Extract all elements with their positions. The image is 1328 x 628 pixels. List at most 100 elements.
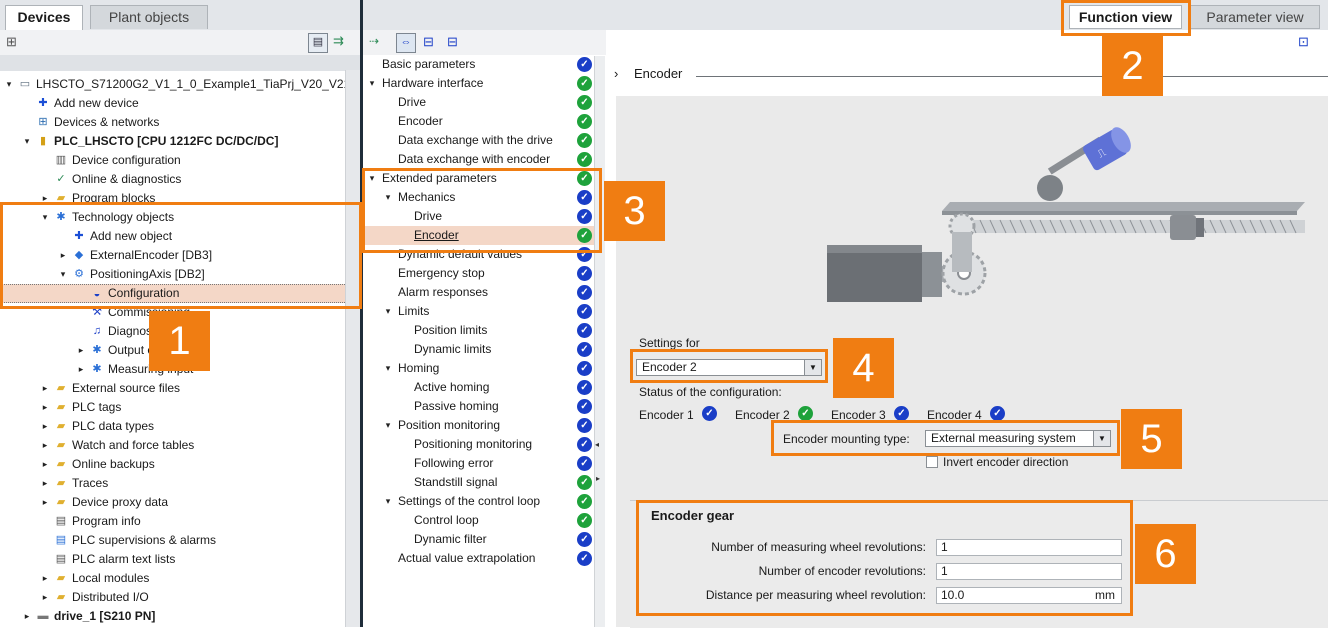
nav-item-label: Homing <box>398 361 440 375</box>
nav-item[interactable]: Control loop <box>363 511 595 530</box>
nav-item[interactable]: Dynamic filter <box>363 530 595 549</box>
chevron-down-icon[interactable]: ▾ <box>383 302 393 321</box>
tree-options-icon[interactable]: ⇉ <box>333 33 344 49</box>
chevron-right-icon[interactable]: ▸ <box>76 341 86 360</box>
window-options-icon[interactable]: ⊡ <box>1298 34 1309 50</box>
nav-item-label: Passive homing <box>414 399 499 413</box>
callout-frame-4 <box>630 349 828 383</box>
nav-item[interactable]: Active homing <box>363 378 595 397</box>
tree-item[interactable]: ▤ PLC supervisions & alarms <box>0 531 355 550</box>
tree-item[interactable]: ▸ ▬ drive_1 [S210 PN] <box>0 607 355 626</box>
chevron-down-icon[interactable]: ▾ <box>22 132 32 151</box>
nav-item-label: Data exchange with the drive <box>398 133 553 147</box>
collapse-panel-icon[interactable]: ◂ <box>595 440 599 449</box>
output-cam-icon: ✱ <box>92 344 102 356</box>
tree-item[interactable]: ✓ Online & diagnostics <box>0 170 355 189</box>
spindle-nut <box>1170 215 1204 240</box>
tree-item[interactable]: ✚ Add new device <box>0 94 355 113</box>
invert-direction-checkbox[interactable] <box>926 456 938 468</box>
chevron-right-icon[interactable]: ▸ <box>40 379 50 398</box>
chevron-down-icon[interactable]: ▾ <box>383 416 393 435</box>
folder-icon: ▰ <box>56 382 66 394</box>
chevron-right-icon[interactable]: ▸ <box>40 569 50 588</box>
watch-tables-icon: ▰ <box>56 439 66 451</box>
nav-item[interactable]: Passive homing <box>363 397 595 416</box>
nav-item[interactable]: Dynamic limits <box>363 340 595 359</box>
tree-item[interactable]: ▸ ▰ Online backups <box>0 455 355 474</box>
nav-item[interactable]: Basic parameters <box>363 55 595 74</box>
nav-item[interactable]: ▾ Position monitoring <box>363 416 595 435</box>
nav-item[interactable]: Alarm responses <box>363 283 595 302</box>
tree-item[interactable]: ▸ ▰ Local modules <box>0 569 355 588</box>
tree-item[interactable]: ▸ ▰ Watch and force tables <box>0 436 355 455</box>
nav-item[interactable]: Data exchange with encoder <box>363 150 595 169</box>
commission-icon[interactable]: ⇢ <box>369 34 379 48</box>
nav-item[interactable]: ▾ Hardware interface <box>363 74 595 93</box>
expand-panel-icon[interactable]: ▸ <box>596 474 600 483</box>
nav-item[interactable]: ▾ Homing <box>363 359 595 378</box>
link-icon[interactable]: ⇔ <box>396 33 416 53</box>
chevron-right-icon[interactable]: ▸ <box>40 398 50 417</box>
nav-item-label: Following error <box>414 456 494 470</box>
nav-item[interactable]: Actual value extrapolation <box>363 549 595 568</box>
tree-item-label: Watch and force tables <box>72 438 195 452</box>
tree-item[interactable]: ▸ ▰ Distributed I/O <box>0 588 355 607</box>
collapse-all-icon[interactable]: ⊟ <box>447 34 458 50</box>
chevron-right-icon[interactable]: ▸ <box>40 588 50 607</box>
navigation-scrollbar[interactable]: ◂ ▸ <box>594 56 605 627</box>
project-tree-toolbar: ⊞ ▤ ⇉ <box>0 30 360 55</box>
nav-item[interactable]: ▾ Limits <box>363 302 595 321</box>
tree-item[interactable]: ▾ ▮ PLC_LHSCTO [CPU 1212FC DC/DC/DC] <box>0 132 355 151</box>
tree-item[interactable]: ▸ ▰ Traces <box>0 474 355 493</box>
tree-item[interactable]: ▸ ▰ PLC data types <box>0 417 355 436</box>
tree-item[interactable]: ⊞ Devices & networks <box>0 113 355 132</box>
nav-item-label: Data exchange with encoder <box>398 152 551 166</box>
device-proxy-icon: ▰ <box>56 496 66 508</box>
nav-item[interactable]: Standstill signal <box>363 473 595 492</box>
tree-item[interactable]: ▤ PLC alarm text lists <box>0 550 355 569</box>
tree-item[interactable]: ▸ ▰ Device proxy data <box>0 493 355 512</box>
chevron-right-icon[interactable]: ▸ <box>40 493 50 512</box>
settings-for-label: Settings for <box>639 336 700 350</box>
chevron-right-icon[interactable]: ▸ <box>40 455 50 474</box>
tree-item-label: Online backups <box>72 457 155 471</box>
status-ok-icon: ✓ <box>577 133 592 148</box>
tree-item[interactable]: ▤ Program info <box>0 512 355 531</box>
status-check-icon: ✓ <box>577 304 592 319</box>
tree-item[interactable]: ▾ ▭ LHSCTO_S71200G2_V1_1_0_Example1_TiaPrj… <box>0 75 355 94</box>
nav-item[interactable]: Emergency stop <box>363 264 595 283</box>
chevron-down-icon[interactable]: ▾ <box>367 74 377 93</box>
overview-icon[interactable]: ▤ <box>308 33 328 53</box>
tree-item-label: LHSCTO_S71200G2_V1_1_0_Example1_TiaPrj_V… <box>36 77 351 91</box>
status-check-icon: ✓ <box>577 285 592 300</box>
status-check-icon: ✓ <box>577 551 592 566</box>
tab-plant-objects[interactable]: Plant objects <box>90 5 208 29</box>
nav-item-label: Drive <box>398 95 427 109</box>
tree-item[interactable]: ▸ ▰ External source files <box>0 379 355 398</box>
tree-item[interactable]: ▥ Device configuration <box>0 151 355 170</box>
nav-item[interactable]: Encoder <box>363 112 595 131</box>
nav-item[interactable]: Data exchange with the drive <box>363 131 595 150</box>
chevron-right-icon[interactable]: ▸ <box>22 607 32 626</box>
tab-parameter-view[interactable]: Parameter view <box>1190 5 1320 29</box>
tab-devices[interactable]: Devices <box>5 5 83 31</box>
chevron-down-icon[interactable]: ▾ <box>383 492 393 511</box>
nav-item[interactable]: Position limits <box>363 321 595 340</box>
tree-view-icon[interactable]: ⊞ <box>6 34 17 50</box>
nav-item[interactable]: Following error <box>363 454 595 473</box>
nav-item[interactable]: Positioning monitoring <box>363 435 595 454</box>
chevron-right-icon[interactable]: ▸ <box>76 360 86 379</box>
chevron-right-icon[interactable]: ▸ <box>40 436 50 455</box>
chevron-right-icon[interactable]: ▸ <box>40 417 50 436</box>
chevron-down-icon[interactable]: ▾ <box>4 75 14 94</box>
page-title: Encoder <box>633 66 683 81</box>
chevron-right-icon[interactable]: ▸ <box>40 474 50 493</box>
nav-item[interactable]: ▾ Settings of the control loop <box>363 492 595 511</box>
tree-item[interactable]: ▸ ▰ PLC tags <box>0 398 355 417</box>
expand-all-icon[interactable]: ⊟ <box>423 34 434 50</box>
nav-item[interactable]: Drive <box>363 93 595 112</box>
callout-number-3: 3 <box>604 181 665 241</box>
chevron-down-icon[interactable]: ▾ <box>383 359 393 378</box>
status-ok-icon: ✓ <box>577 95 592 110</box>
status-check-icon: ✓ <box>577 380 592 395</box>
